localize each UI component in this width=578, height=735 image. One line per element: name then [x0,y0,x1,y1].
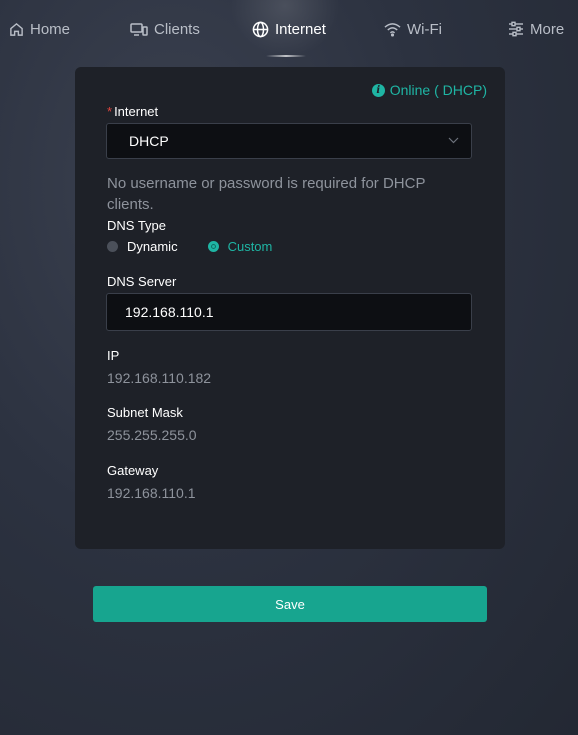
nav-more[interactable]: More [508,0,564,58]
subnet-mask-value: 255.255.255.0 [107,427,197,443]
internet-type-value: DHCP [129,133,169,149]
nav-internet-label: Internet [275,20,326,38]
top-nav: Home Clients Internet Wi-Fi More [0,0,578,58]
wifi-icon [384,22,401,37]
connection-status: i Online ( DHCP) [371,82,487,98]
ip-label: IP [107,348,120,363]
nav-home-label: Home [30,20,71,38]
dns-server-value: 192.168.110.1 [125,304,214,320]
internet-type-select[interactable]: DHCP [106,123,472,159]
gateway-label: Gateway [107,463,159,478]
clients-icon [130,22,148,36]
subnet-mask-label: Subnet Mask [107,405,183,420]
radio-unchecked-icon [107,241,118,252]
nav-home[interactable]: Home [9,0,70,58]
dns-server-input[interactable]: 192.168.110.1 [106,293,472,331]
info-icon: i [371,83,385,97]
nav-clients[interactable]: Clients [130,0,200,58]
internet-settings-card: i Online ( DHCP) * Internet DHCP No usern… [75,67,505,549]
chevron-down-icon [448,137,459,144]
nav-clients-label: Clients [154,20,200,38]
dns-type-radio-group: Dynamic Custom [107,239,272,254]
save-button[interactable]: Save [93,586,487,622]
nav-more-label: More [530,20,565,38]
required-asterisk: * [107,104,113,119]
dns-type-dynamic-radio[interactable]: Dynamic [107,239,178,254]
dns-type-dynamic-label: Dynamic [127,239,178,254]
sliders-icon [509,21,523,37]
home-icon [10,22,23,36]
dns-type-label: DNS Type [107,218,167,233]
dns-server-label: DNS Server [107,274,177,289]
nav-internet[interactable]: Internet [252,0,326,58]
ip-value: 192.168.110.182 [107,370,212,386]
dns-type-custom-label: Custom [227,239,273,254]
radio-checked-icon [207,241,219,252]
internet-field-label: * Internet [107,104,159,119]
dhcp-hint-text: No username or password is required for … [107,175,426,213]
gateway-value: 192.168.110.1 [107,485,196,501]
dns-type-custom-radio[interactable]: Custom [207,239,273,254]
globe-icon [252,21,269,37]
nav-wifi-label: Wi-Fi [407,20,442,38]
connection-status-text: Online ( DHCP) [389,82,487,98]
nav-active-indicator [266,55,306,57]
nav-wifi[interactable]: Wi-Fi [384,0,442,58]
